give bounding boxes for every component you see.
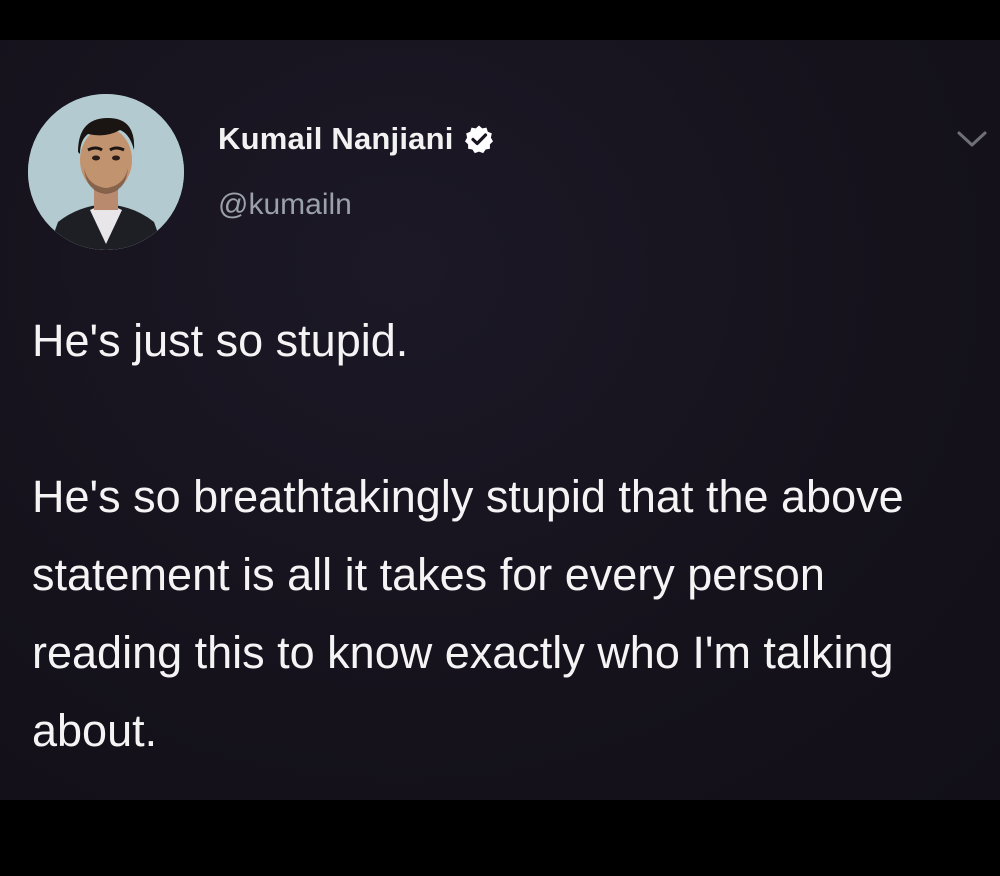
tweet-paragraph: He's just so stupid. <box>32 315 409 366</box>
chevron-down-icon[interactable] <box>955 128 989 150</box>
avatar-image <box>28 94 184 250</box>
author-handle[interactable]: @kumailn <box>218 188 352 222</box>
author-row: Kumail Nanjiani <box>218 114 494 164</box>
avatar[interactable] <box>28 94 184 250</box>
tweet-card: Kumail Nanjiani @kumailn He's just so st… <box>0 40 1000 800</box>
screenshot-frame: Kumail Nanjiani @kumailn He's just so st… <box>0 0 1000 876</box>
display-name[interactable]: Kumail Nanjiani <box>218 121 454 157</box>
tweet-text: He's just so stupid. He's so breathtakin… <box>32 302 982 770</box>
tweet-paragraph: He's so breathtakingly stupid that the a… <box>32 471 904 756</box>
verified-badge-icon <box>464 124 494 154</box>
